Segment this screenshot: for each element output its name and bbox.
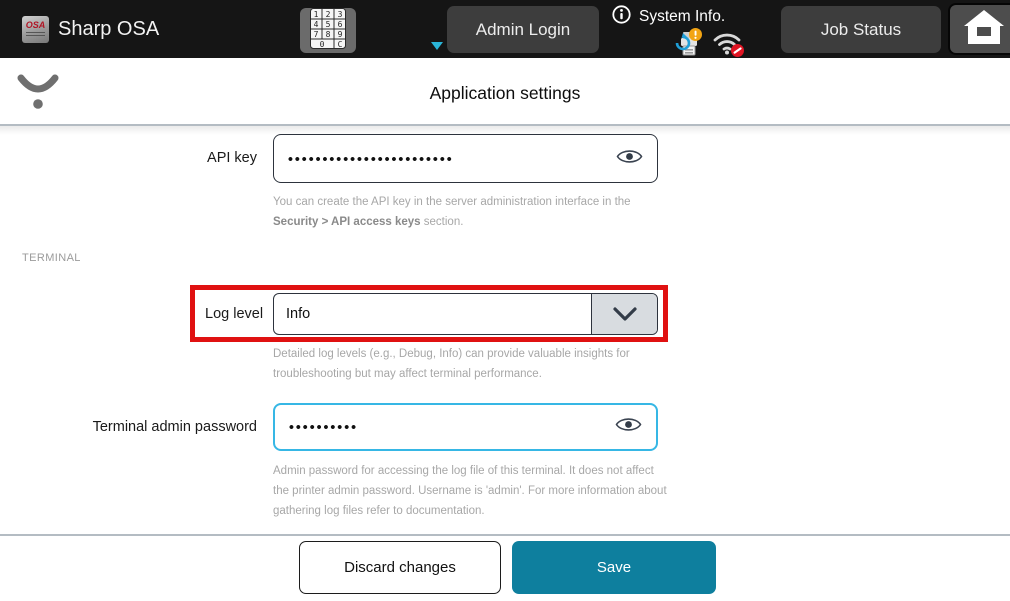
terminal-password-label: Terminal admin password: [92, 419, 257, 435]
svg-text:0: 0: [320, 40, 325, 49]
home-button[interactable]: [948, 3, 1010, 55]
svg-text:8: 8: [326, 30, 331, 39]
keypad-dropdown-arrow-icon[interactable]: [431, 42, 443, 50]
svg-text:2: 2: [326, 10, 331, 19]
sharp-osa-logo: OSA: [22, 16, 49, 43]
log-level-value: Info: [286, 306, 311, 322]
page-title: Application settings: [429, 83, 581, 103]
keypad-icon: 123 456 789 0 C: [310, 7, 346, 54]
svg-text:3: 3: [338, 10, 343, 19]
svg-text:5: 5: [326, 20, 331, 29]
osa-logo-text: OSA: [25, 20, 46, 30]
save-label: Save: [596, 559, 632, 576]
svg-text:C: C: [338, 40, 343, 49]
admin-login-button[interactable]: Admin Login: [447, 6, 599, 53]
api-key-helper: You can create the API key in the server…: [273, 196, 631, 228]
page-header: Application settings: [0, 58, 1010, 124]
footer-divider: [0, 534, 1010, 536]
discard-changes-label: Discard changes: [344, 559, 456, 576]
system-info-label: System Info.: [639, 8, 726, 25]
app-title: Sharp OSA: [58, 18, 160, 40]
save-button[interactable]: Save: [512, 541, 716, 594]
api-key-label: API key: [207, 150, 257, 166]
svg-text:7: 7: [314, 30, 319, 39]
job-status-label: Job Status: [820, 19, 902, 39]
show-password-icon[interactable]: [615, 416, 642, 439]
discard-changes-button[interactable]: Discard changes: [299, 541, 501, 594]
admin-login-label: Admin Login: [475, 19, 571, 39]
osa-logo-stripes: [26, 32, 45, 38]
api-key-input[interactable]: ••••••••••••••••••••••••: [273, 134, 658, 183]
info-icon: [612, 5, 631, 29]
log-level-helper: Detailed log levels (e.g., Debug, Info) …: [273, 348, 630, 380]
api-key-masked-value: ••••••••••••••••••••••••: [288, 149, 454, 166]
terminal-password-input[interactable]: ••••••••••: [273, 403, 658, 451]
numeric-keypad-button[interactable]: 123 456 789 0 C: [300, 7, 356, 54]
log-level-label: Log level: [205, 306, 264, 322]
home-icon: [962, 8, 1006, 51]
log-level-select[interactable]: Info: [273, 293, 658, 335]
job-status-button[interactable]: Job Status: [781, 6, 941, 53]
section-label-terminal: TERMINAL: [22, 252, 81, 264]
chevron-down-icon: [612, 307, 637, 321]
top-bar: OSA Sharp OSA 123 456 789 0 C Admin Logi…: [0, 0, 1010, 58]
svg-text:9: 9: [338, 30, 343, 39]
show-password-icon[interactable]: [616, 147, 643, 170]
svg-text:1: 1: [314, 10, 319, 19]
terminal-password-masked-value: ••••••••••: [289, 418, 359, 435]
svg-text:4: 4: [314, 20, 319, 29]
log-level-dropdown-button[interactable]: [591, 294, 657, 334]
terminal-password-helper: Admin password for accessing the log fil…: [273, 465, 667, 517]
svg-text:6: 6: [338, 20, 343, 29]
